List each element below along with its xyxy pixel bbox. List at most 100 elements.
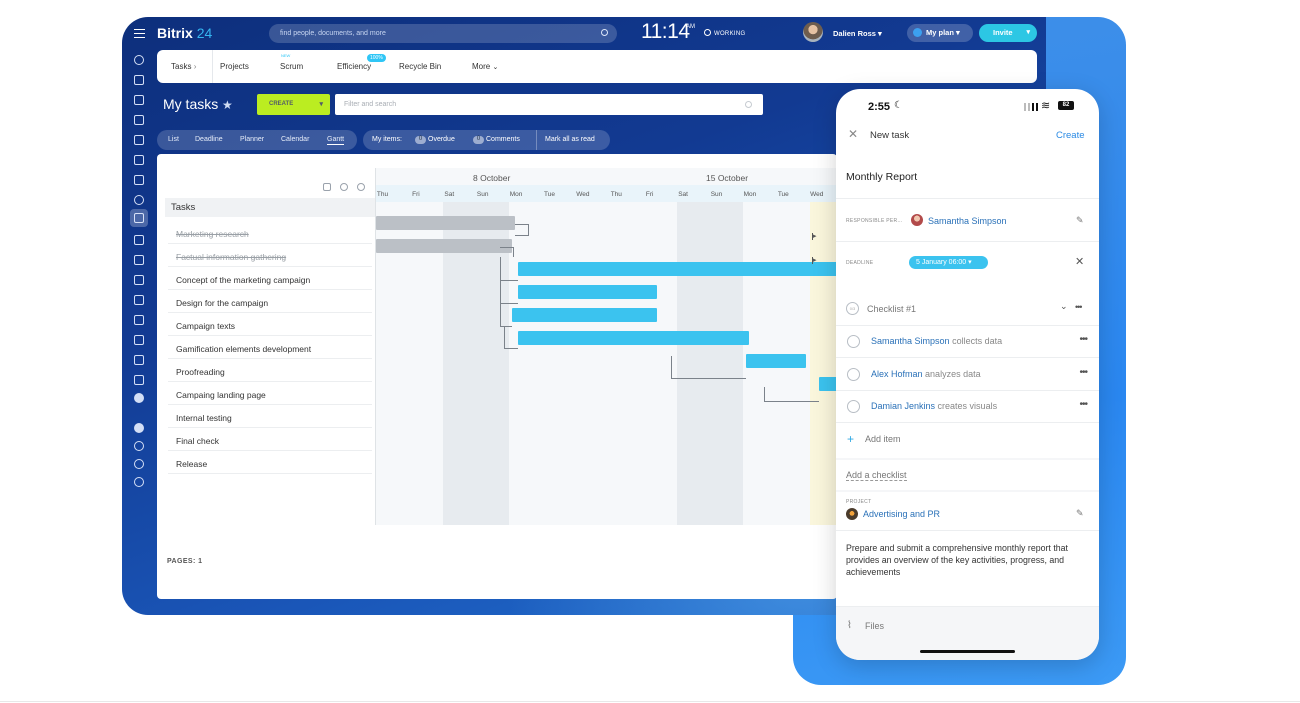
settings-icon[interactable] [134, 459, 144, 469]
task-row[interactable]: Campaing landing page [168, 382, 372, 405]
automation-icon[interactable] [134, 355, 144, 365]
task-row[interactable]: Factual information gathering [168, 244, 372, 267]
plus-icon[interactable]: + [847, 432, 854, 446]
checklist-person[interactable]: Alex Hofman [871, 369, 923, 379]
checkbox-circle-icon[interactable] [847, 335, 860, 348]
user-name[interactable]: Dalien Ross ▾ [833, 29, 882, 38]
task-row[interactable]: Release [168, 451, 372, 474]
sign-icon[interactable] [134, 275, 144, 285]
checklist-item[interactable]: Damian Jenkins creates visuals ••• [836, 391, 1099, 423]
gantt-bar[interactable] [376, 239, 512, 253]
overdue-counter[interactable]: Overdue [428, 136, 455, 143]
checklist-item[interactable]: Samantha Simpson collects data ••• [836, 326, 1099, 358]
checklist-person[interactable]: Damian Jenkins [871, 401, 935, 411]
gantt-bar[interactable] [512, 308, 657, 322]
menu-icon[interactable] [134, 29, 145, 38]
checklist-menu-icon[interactable]: ••• [1075, 302, 1083, 312]
view-tab-gantt[interactable]: Gantt [327, 136, 345, 145]
item-menu-icon[interactable]: ••• [1079, 334, 1087, 345]
my-plan-button[interactable]: My plan ▾ [907, 24, 973, 42]
add-icon[interactable] [134, 477, 144, 487]
chevron-down-icon[interactable]: ⌄ [1060, 301, 1068, 312]
search-icon[interactable] [601, 29, 608, 36]
edit-pencil-icon[interactable]: ✎ [1076, 508, 1084, 519]
task-row[interactable]: Gamification elements development [168, 336, 372, 359]
bitrix-logo[interactable]: Bitrix 24 [157, 25, 212, 41]
calendar-icon[interactable] [134, 115, 144, 125]
checklist-title[interactable]: Checklist #1 [867, 304, 916, 314]
comments-counter[interactable]: Comments [486, 136, 520, 143]
tab-more[interactable]: More ⌄ [472, 62, 498, 71]
messenger-icon[interactable] [134, 95, 144, 105]
create-button[interactable]: CREATE [257, 94, 330, 115]
task-description[interactable]: Prepare and submit a comprehensive month… [846, 542, 1091, 578]
shop-icon[interactable] [134, 335, 144, 345]
gantt-bar[interactable] [518, 262, 837, 276]
view-tab-calendar[interactable]: Calendar [281, 136, 309, 143]
gantt-bar[interactable] [746, 354, 806, 368]
task-row[interactable]: Design for the campaign [168, 290, 372, 313]
gantt-bar[interactable] [376, 216, 515, 230]
clear-deadline-icon[interactable]: ✕ [1075, 255, 1084, 268]
checklist-item[interactable]: Alex Hofman analyzes data ••• [836, 358, 1099, 391]
zoom-in-icon[interactable] [340, 183, 348, 191]
view-tab-planner[interactable]: Planner [240, 136, 264, 143]
item-menu-icon[interactable]: ••• [1079, 399, 1087, 410]
print-icon[interactable] [323, 183, 331, 191]
tasks-icon[interactable] [134, 213, 144, 223]
drive-icon[interactable] [134, 155, 144, 165]
task-row[interactable]: Campaign texts [168, 313, 372, 336]
avatar[interactable] [803, 22, 823, 42]
store-icon[interactable] [134, 315, 144, 325]
files-button[interactable]: Files [865, 621, 884, 631]
zoom-out-icon[interactable] [357, 183, 365, 191]
task-name-field[interactable]: Monthly Report [846, 171, 917, 183]
task-row[interactable]: Marketing research [168, 221, 372, 244]
tab-tasks[interactable]: Tasks › [171, 62, 196, 71]
work-status[interactable]: WORKING [704, 29, 745, 37]
groups-icon[interactable] [134, 195, 144, 205]
responsible-person[interactable]: Samantha Simpson [928, 216, 1007, 226]
global-search-input[interactable]: find people, documents, and more [269, 24, 617, 43]
more-apps-icon[interactable] [134, 393, 144, 403]
feed-icon[interactable] [134, 55, 144, 65]
tab-scrum[interactable]: Scrum [280, 62, 303, 71]
chat-icon[interactable] [134, 75, 144, 85]
checkbox-circle-icon[interactable] [847, 367, 860, 381]
checkbox-circle-icon[interactable] [847, 400, 860, 413]
add-checklist-link[interactable]: Add a checklist [846, 470, 907, 481]
documents-icon[interactable] [134, 135, 144, 145]
view-tab-deadline[interactable]: Deadline [195, 136, 223, 143]
search-icon[interactable] [745, 101, 752, 108]
tab-efficiency[interactable]: Efficiency [337, 62, 371, 71]
contact-center-icon[interactable] [134, 295, 144, 305]
mark-all-read-button[interactable]: Mark all as read [545, 136, 595, 143]
task-row[interactable]: Internal testing [168, 405, 372, 428]
edit-pencil-icon[interactable]: ✎ [1076, 215, 1084, 226]
gantt-bar[interactable] [819, 377, 837, 391]
task-row[interactable]: Final check [168, 428, 372, 451]
mail-icon[interactable] [134, 175, 144, 185]
invite-button[interactable]: Invite [979, 24, 1037, 42]
gantt-bar[interactable] [518, 285, 657, 299]
create-task-button[interactable]: Create [1056, 130, 1085, 141]
developer-icon[interactable] [134, 375, 144, 385]
project-link[interactable]: Advertising and PR [863, 509, 940, 519]
gantt-bar[interactable] [518, 331, 749, 345]
deadline-picker[interactable]: 5 January 06:00 ▾ [909, 256, 988, 269]
item-menu-icon[interactable]: ••• [1079, 367, 1087, 378]
filter-search-input[interactable]: Filter and search [335, 94, 763, 115]
view-tab-list[interactable]: List [168, 136, 179, 143]
help-icon[interactable] [134, 423, 144, 433]
add-item-button[interactable]: Add item [865, 434, 901, 444]
task-row[interactable]: Concept of the marketing campaign [168, 267, 372, 290]
crm-icon[interactable] [134, 255, 144, 265]
tab-projects[interactable]: Projects [220, 62, 249, 71]
tab-recycle-bin[interactable]: Recycle Bin [399, 62, 441, 71]
favorite-star-icon[interactable]: ★ [222, 98, 233, 112]
task-row[interactable]: Proofreading [168, 359, 372, 382]
sitemap-icon[interactable] [134, 441, 144, 451]
filter-icon[interactable] [134, 235, 144, 245]
close-icon[interactable]: ✕ [848, 127, 858, 141]
checklist-person[interactable]: Samantha Simpson [871, 336, 950, 346]
